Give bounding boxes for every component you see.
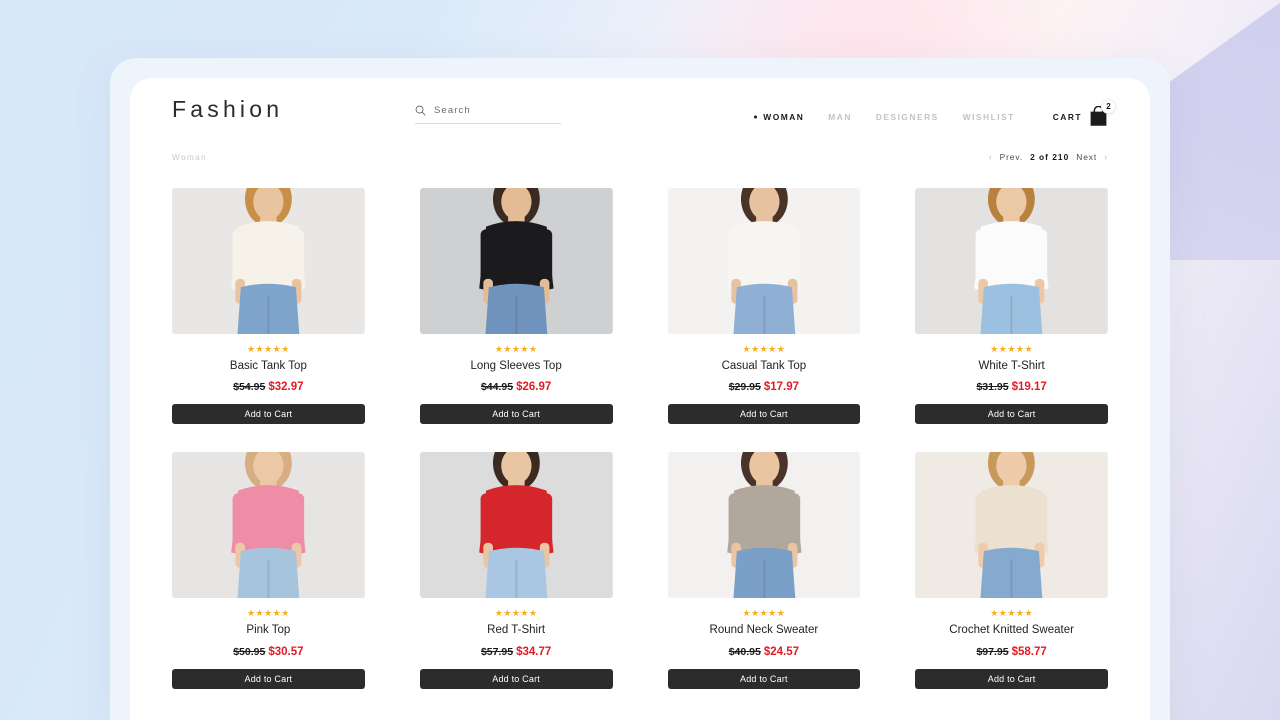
add-to-cart-button[interactable]: Add to Cart <box>172 668 365 689</box>
product-price: $44.95 $26.97 <box>420 378 613 394</box>
original-price: $29.95 <box>728 381 761 394</box>
product-price: $50.95 $30.57 <box>172 643 365 659</box>
product-image[interactable] <box>915 452 1108 599</box>
product-image[interactable] <box>915 188 1108 334</box>
product-card[interactable]: ★★★★★ Round Neck Sweater $40.95 $24.57 Ad… <box>667 452 861 689</box>
add-to-cart-button[interactable]: Add to Cart <box>419 668 613 689</box>
add-to-cart-button[interactable]: Add to Cart <box>915 668 1108 689</box>
sub-header-bar: Woman ‹ Prev. 2 of 210 Next › <box>130 140 1150 174</box>
rating-stars: ★★★★★ <box>246 608 290 619</box>
breadcrumb[interactable]: Woman <box>172 153 207 162</box>
product-image[interactable] <box>667 452 861 599</box>
nav-item-wishlist[interactable]: WISHLIST <box>963 112 1015 122</box>
product-card[interactable]: ★★★★★ Basic Tank Top $54.95 $32.97 Add to… <box>172 188 365 425</box>
product-name: Pink Top <box>246 624 291 637</box>
rating-stars: ★★★★★ <box>990 608 1034 619</box>
shopping-bag-icon: 2 <box>1089 99 1116 127</box>
next-page-button[interactable]: Next <box>1076 152 1097 162</box>
nav-item-designers[interactable]: DESIGNERS <box>876 112 939 122</box>
product-card[interactable]: ★★★★★ White T-Shirt $31.95 $19.17 Add to … <box>915 188 1108 425</box>
sale-price: $32.97 <box>268 381 304 394</box>
rating-stars: ★★★★★ <box>246 344 290 354</box>
product-price: $40.95 $24.57 <box>668 643 861 659</box>
product-price: $54.95 $32.97 <box>172 378 365 394</box>
product-price: $31.95 $19.17 <box>915 378 1108 394</box>
original-price: $97.95 <box>976 645 1009 658</box>
product-image[interactable] <box>172 452 365 599</box>
product-name: Casual Tank Top <box>721 360 807 372</box>
add-to-cart-button[interactable]: Add to Cart <box>667 404 861 425</box>
add-to-cart-button[interactable]: Add to Cart <box>419 404 613 425</box>
nav-item-woman[interactable]: WOMAN <box>763 112 804 122</box>
product-card[interactable]: ★★★★★ Red T-Shirt $57.95 $34.77 Add to Ca… <box>419 452 613 689</box>
product-card[interactable]: ★★★★★ Long Sleeves Top $44.95 $26.97 Add … <box>419 188 613 425</box>
original-price: $50.95 <box>233 645 266 658</box>
add-to-cart-button[interactable]: Add to Cart <box>172 404 365 425</box>
search-box[interactable] <box>415 105 561 124</box>
page-background: Fashion WOMAN MAN DESIGNERS WISHLIST CAR… <box>0 0 1280 720</box>
product-price: $57.95 $34.77 <box>420 643 613 659</box>
pagination: ‹ Prev. 2 of 210 Next › <box>989 152 1108 162</box>
product-name: White T-Shirt <box>978 360 1045 372</box>
brand-logo[interactable]: Fashion <box>172 96 283 123</box>
product-image[interactable] <box>667 188 861 334</box>
sale-price: $34.77 <box>516 645 552 658</box>
rating-stars: ★★★★★ <box>990 344 1034 354</box>
main-navigation: WOMAN MAN DESIGNERS WISHLIST CART 2 <box>763 99 1116 127</box>
add-to-cart-button[interactable]: Add to Cart <box>915 404 1108 425</box>
chevron-left-icon[interactable]: ‹ <box>989 152 993 162</box>
cart-label: CART <box>1052 111 1082 122</box>
product-name: Red T-Shirt <box>487 624 546 637</box>
sale-price: $26.97 <box>516 381 552 394</box>
product-name: Round Neck Sweater <box>709 624 819 637</box>
product-card[interactable]: ★★★★★ Pink Top $50.95 $30.57 Add to Cart <box>172 452 365 689</box>
nav-item-man[interactable]: MAN <box>828 112 852 122</box>
add-to-cart-button[interactable]: Add to Cart <box>667 668 861 689</box>
product-image[interactable] <box>172 188 365 334</box>
storefront-window: Fashion WOMAN MAN DESIGNERS WISHLIST CAR… <box>130 78 1150 720</box>
search-icon <box>415 105 426 116</box>
page-indicator: 2 of 210 <box>1030 152 1070 162</box>
rating-stars: ★★★★★ <box>742 344 786 354</box>
product-name: Basic Tank Top <box>229 360 307 372</box>
sale-price: $30.57 <box>268 645 304 658</box>
product-price: $29.95 $17.97 <box>668 378 861 394</box>
cart-count-badge: 2 <box>1101 99 1116 114</box>
product-price: $97.95 $58.77 <box>915 643 1108 659</box>
chevron-right-icon[interactable]: › <box>1104 152 1108 162</box>
product-grid: ★★★★★ Basic Tank Top $54.95 $32.97 Add to… <box>130 174 1150 689</box>
original-price: $31.95 <box>976 381 1009 394</box>
product-image[interactable] <box>419 452 613 599</box>
product-card[interactable]: ★★★★★ Crochet Knitted Sweater $97.95 $58.… <box>915 452 1108 689</box>
rating-stars: ★★★★★ <box>742 608 786 619</box>
original-price: $40.95 <box>728 645 761 658</box>
search-input[interactable] <box>434 105 544 116</box>
prev-page-button[interactable]: Prev. <box>1000 152 1023 162</box>
original-price: $44.95 <box>480 381 514 394</box>
site-header: Fashion WOMAN MAN DESIGNERS WISHLIST CAR… <box>130 78 1150 140</box>
original-price: $54.95 <box>233 381 266 394</box>
product-card[interactable]: ★★★★★ Casual Tank Top $29.95 $17.97 Add t… <box>667 188 861 425</box>
original-price: $57.95 <box>480 645 514 658</box>
product-name: Crochet Knitted Sweater <box>949 624 1074 637</box>
cart-button[interactable]: CART 2 <box>1052 99 1116 127</box>
rating-stars: ★★★★★ <box>494 608 538 619</box>
sale-price: $17.97 <box>763 381 800 394</box>
sale-price: $58.77 <box>1011 645 1047 658</box>
rating-stars: ★★★★★ <box>494 344 538 354</box>
product-name: Long Sleeves Top <box>470 360 562 372</box>
product-image[interactable] <box>419 188 613 334</box>
sale-price: $24.57 <box>763 645 800 658</box>
sale-price: $19.17 <box>1011 381 1047 394</box>
